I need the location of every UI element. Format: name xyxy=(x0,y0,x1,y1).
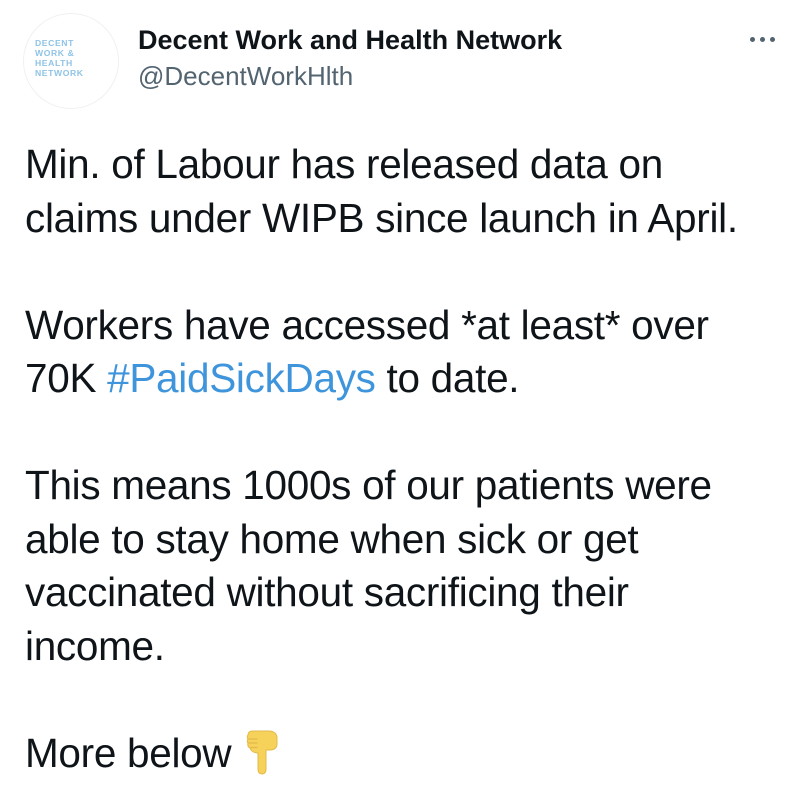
tweet: DECENT WORK & HEALTH NETWORK Decent Work… xyxy=(0,0,798,804)
tweet-paragraph: This means 1000s of our patients were ab… xyxy=(25,459,790,673)
tweet-line: This means 1000s of our patients were xyxy=(25,462,712,508)
more-horizontal-icon xyxy=(749,36,755,42)
more-horizontal-icon xyxy=(759,36,765,42)
avatar-logo: DECENT WORK & HEALTH NETWORK xyxy=(35,38,109,78)
more-horizontal-icon xyxy=(769,36,775,42)
tweet-text-segment: 70K xyxy=(25,355,108,401)
avatar[interactable]: DECENT WORK & HEALTH NETWORK xyxy=(23,13,119,109)
tweet-paragraph: More below xyxy=(25,727,790,781)
avatar-logo-line: WORK & xyxy=(35,48,75,58)
avatar-logo-line: DECENT xyxy=(35,38,74,48)
author-handle[interactable]: @DecentWorkHlth xyxy=(138,58,562,94)
tweet-text-segment: to date. xyxy=(375,355,520,401)
tweet-line: claims under WIPB since launch in April. xyxy=(25,194,738,241)
avatar-logo-line: HEALTH xyxy=(35,58,73,68)
more-options-button[interactable] xyxy=(740,26,784,52)
avatar-logo-line: NETWORK xyxy=(35,68,84,78)
tweet-text: Min. of Labour has released data on clai… xyxy=(25,138,790,780)
tweet-paragraph: Workers have accessed *at least* over 70… xyxy=(25,299,790,406)
hashtag-link[interactable]: #PaidSickDays xyxy=(107,355,376,401)
tweet-line: 70K #PaidSickDays to date. xyxy=(25,352,790,406)
tweet-line: income. xyxy=(25,622,165,669)
tweet-line: Min. of Labour has released data on xyxy=(25,141,663,187)
author-display-name[interactable]: Decent Work and Health Network xyxy=(138,22,562,58)
tweet-paragraph: Min. of Labour has released data on clai… xyxy=(25,138,790,245)
tweet-line: Workers have accessed *at least* over xyxy=(25,301,709,348)
tweet-author: Decent Work and Health Network @DecentWo… xyxy=(138,22,562,94)
tweet-text-segment: More below xyxy=(25,729,232,776)
tweet-line: vaccinated without sacrificing their xyxy=(25,569,629,615)
tweet-line: More below xyxy=(25,727,790,781)
backhand-index-pointing-down-icon xyxy=(247,730,278,775)
tweet-line: able to stay home when sick or get xyxy=(25,515,639,562)
